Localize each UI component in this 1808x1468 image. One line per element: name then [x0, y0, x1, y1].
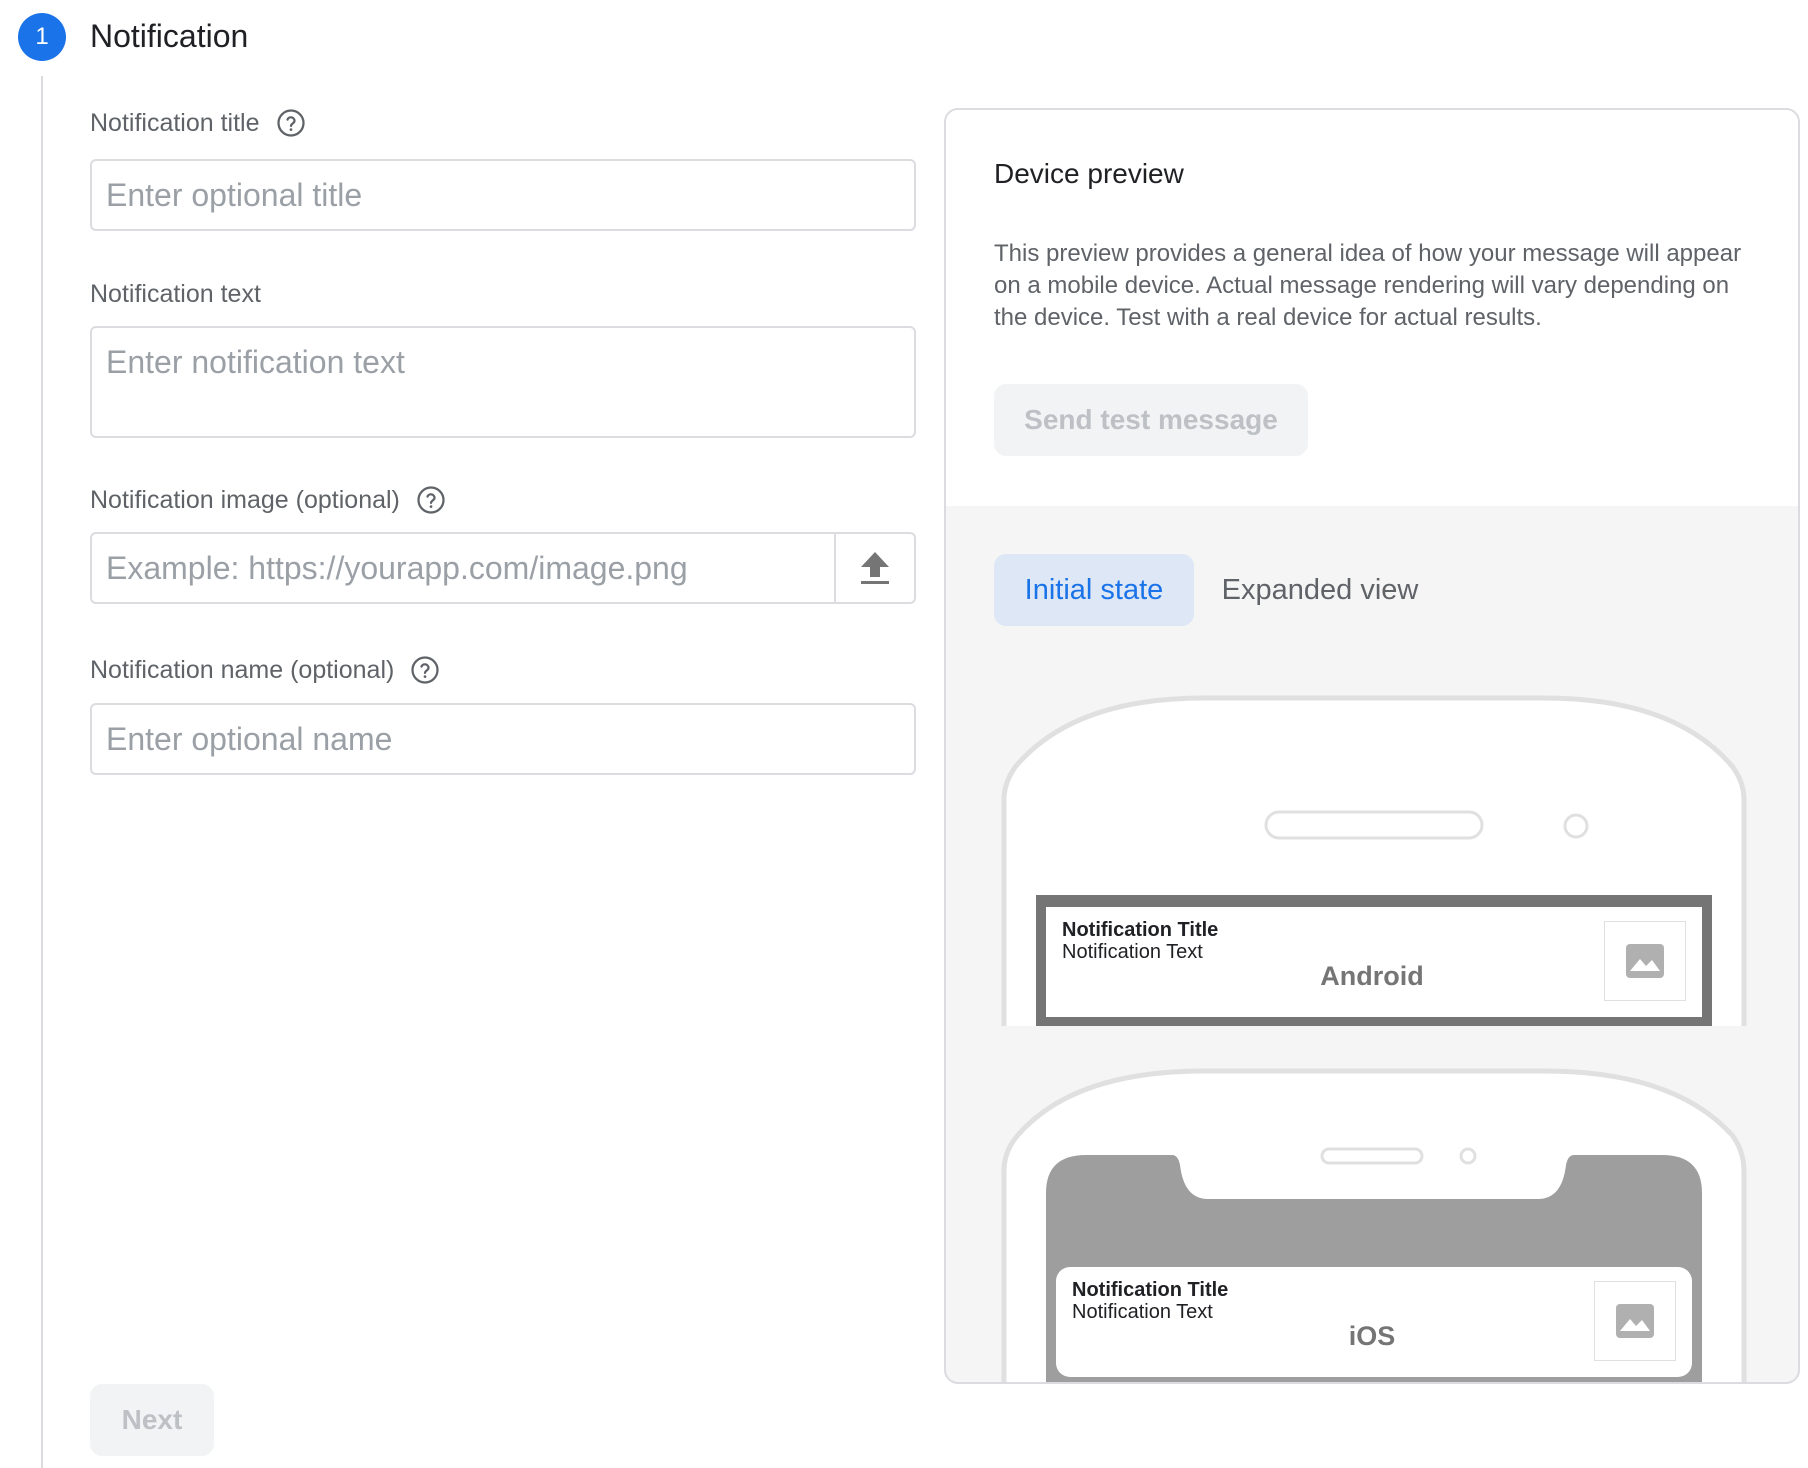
- ios-notification-title: Notification Title: [1072, 1279, 1229, 1301]
- notification-image-input[interactable]: Example: https://yourapp.com/image.png: [92, 534, 834, 602]
- send-test-message-button[interactable]: Send test message: [994, 384, 1308, 456]
- step-number: 1: [35, 23, 49, 50]
- notification-image-label-text: Notification image (optional): [90, 486, 400, 514]
- step-title: Notification: [90, 18, 249, 54]
- step-connector-line: [41, 76, 43, 1468]
- notification-title-input[interactable]: Enter optional title: [90, 159, 916, 231]
- android-notification-title: Notification Title: [1062, 919, 1219, 941]
- notification-image-placeholder: Example: https://yourapp.com/image.png: [106, 549, 688, 586]
- notification-name-placeholder: Enter optional name: [106, 720, 393, 757]
- notification-title-label-text: Notification title: [90, 109, 260, 137]
- notification-text-placeholder: Enter notification text: [106, 344, 405, 380]
- upload-button[interactable]: [834, 534, 914, 602]
- notification-text-input[interactable]: Enter notification text: [90, 326, 916, 438]
- device-preview-panel: Device preview This preview provides a g…: [944, 108, 1800, 1384]
- notification-text-label-text: Notification text: [90, 280, 261, 308]
- notification-title-placeholder: Enter optional title: [106, 176, 363, 213]
- help-circle-icon[interactable]: [410, 655, 440, 685]
- notification-text-label: Notification text: [90, 277, 261, 311]
- android-label: Android: [1320, 961, 1424, 991]
- notification-image-label: Notification image (optional): [90, 483, 446, 517]
- step-number-badge: 1: [18, 13, 66, 61]
- help-circle-icon[interactable]: [276, 108, 306, 138]
- tab-expanded-view[interactable]: Expanded view: [1210, 554, 1430, 626]
- next-button[interactable]: Next: [90, 1384, 214, 1456]
- notification-image-field: Example: https://yourapp.com/image.png: [90, 532, 916, 604]
- preview-description: This preview provides a general idea of …: [994, 240, 1742, 331]
- notification-title-label: Notification title: [90, 106, 306, 140]
- notification-name-label-text: Notification name (optional): [90, 656, 395, 684]
- notification-name-label: Notification name (optional): [90, 653, 440, 687]
- notification-name-input[interactable]: Enter optional name: [90, 703, 916, 775]
- ios-label: iOS: [1348, 1321, 1396, 1351]
- preview-heading: Device preview: [994, 158, 1184, 189]
- help-circle-icon[interactable]: [416, 485, 446, 515]
- preview-info-section: Device preview This preview provides a g…: [946, 110, 1798, 506]
- upload-icon: [861, 552, 889, 584]
- tab-initial-state[interactable]: Initial state: [994, 554, 1194, 626]
